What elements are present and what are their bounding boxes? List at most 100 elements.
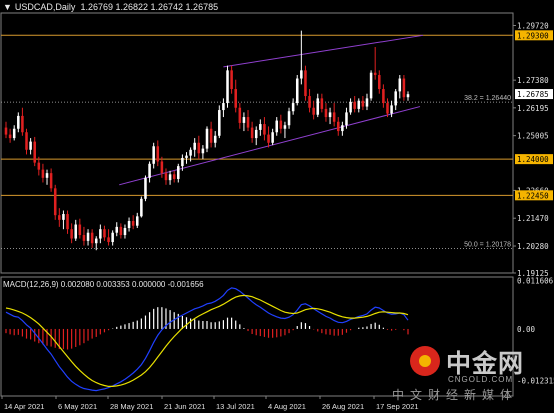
candle-body: [353, 101, 356, 109]
time-tick-label: 26 Aug 2021: [322, 402, 364, 411]
candle-body: [94, 238, 98, 244]
level-price-label: 1.22450: [517, 191, 549, 200]
candle-body: [131, 221, 135, 226]
candle-body: [316, 98, 320, 115]
price-axis: 1.297201.29300 1.27380 1.26785 1.26195 1.250…: [513, 21, 554, 386]
time-tick-label: 6 May 2021: [58, 402, 97, 411]
candle-body: [394, 91, 397, 106]
candle-body: [230, 70, 233, 90]
candle-body: [45, 173, 49, 178]
candle-body: [29, 141, 32, 150]
candle-body: [99, 229, 102, 239]
candle-body: [209, 128, 213, 143]
candle-body: [369, 72, 373, 99]
watermark-url: CNGOLD.COM: [448, 375, 514, 384]
price-tick-label: 1.25005: [517, 132, 549, 141]
chart-frame: [0, 12, 514, 397]
channel-trendlines: [119, 34, 424, 186]
candle-body: [168, 174, 172, 181]
price-tick-label: 1.27380: [517, 76, 549, 85]
candle-body: [259, 124, 262, 130]
time-tick-label: 14 Apr 2021: [4, 402, 44, 411]
candle-body: [8, 134, 12, 139]
candle-body: [90, 232, 94, 244]
candle-body: [279, 120, 283, 129]
candle-body: [144, 177, 147, 199]
macd-line: [5, 287, 409, 392]
candle-body: [320, 98, 324, 109]
time-tick-label: 28 May 2021: [110, 402, 153, 411]
price-tick-label: 1.26195: [517, 104, 549, 113]
candle-body: [213, 135, 217, 143]
candle-body: [308, 96, 311, 108]
candle-body: [386, 103, 389, 114]
price-tick-label: 1.29720: [517, 21, 549, 30]
candle-body: [33, 141, 36, 163]
candle-body: [78, 224, 82, 236]
candle-body: [328, 112, 332, 118]
candle-body: [17, 115, 20, 129]
candlestick-series: [4, 30, 410, 251]
candle-body: [300, 70, 303, 79]
level-price-label: 1.29300: [517, 31, 549, 40]
brand-logo-icon: [410, 346, 440, 376]
price-panel-border: [0, 12, 514, 274]
candle-body: [205, 128, 209, 149]
candle-body: [189, 149, 192, 156]
candle-body: [234, 89, 237, 108]
fibonacci-label: 50.0 = 1.20178: [464, 241, 511, 248]
candle-body: [378, 75, 381, 90]
candle-body: [58, 215, 61, 220]
candle-body: [152, 146, 155, 164]
time-tick-label: 21 Jun 2021: [164, 402, 205, 411]
candle-body: [283, 125, 287, 129]
candle-body: [238, 107, 242, 123]
candle-body: [177, 166, 180, 179]
candle-body: [402, 78, 406, 98]
candle-body: [49, 173, 53, 189]
candle-body: [70, 229, 73, 239]
candle-body: [222, 103, 225, 111]
candle-body: [66, 214, 69, 230]
candle-body: [119, 226, 123, 236]
candle-body: [246, 117, 250, 128]
candle-body: [107, 237, 110, 243]
candle-body: [312, 107, 315, 115]
candle-body: [271, 132, 274, 143]
candle-body: [349, 101, 352, 113]
candle-body: [361, 100, 365, 107]
price-tick-label: 1.21470: [517, 214, 549, 223]
upper-channel-line: [223, 34, 424, 68]
candle-body: [267, 134, 270, 143]
candle-body: [21, 115, 24, 133]
candle-body: [62, 214, 65, 220]
watermark-subtitle: 中文财经新媒体: [392, 388, 519, 402]
candle-body: [287, 111, 291, 126]
candle-body: [201, 148, 205, 154]
candle-body: [197, 142, 201, 154]
candle-body: [324, 108, 328, 118]
candle-body: [345, 112, 348, 126]
candle-body: [193, 142, 196, 150]
candle-body: [218, 110, 221, 136]
candle-body: [53, 188, 57, 216]
candle-body: [275, 120, 279, 133]
candle-body: [37, 162, 41, 170]
candle-body: [336, 121, 340, 132]
candle-body: [140, 198, 143, 217]
candle-body: [160, 161, 164, 174]
candle-body: [172, 174, 176, 179]
candle-body: [82, 235, 86, 241]
candle-body: [12, 128, 16, 139]
level-price-label: 1.24000: [517, 155, 549, 164]
candle-body: [115, 226, 119, 233]
candle-body: [185, 155, 188, 158]
candle-body: [332, 112, 336, 122]
candle-body: [304, 70, 307, 97]
candle-body: [111, 232, 114, 243]
candle-body: [181, 157, 184, 167]
lower-channel-line: [119, 106, 421, 186]
chevron-down-icon[interactable]: ▼: [3, 2, 12, 12]
candle-body: [373, 72, 377, 76]
horizontal-levels: 38.2 = 1.26440 50.0 = 1.20178: [1, 34, 513, 249]
